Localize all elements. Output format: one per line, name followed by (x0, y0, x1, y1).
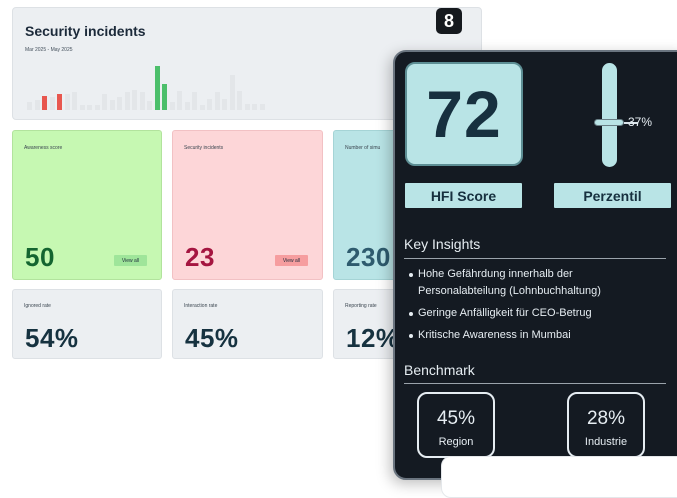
chart-bar (124, 92, 130, 110)
awareness-score-value: 50 (25, 242, 55, 272)
chart-bar (147, 101, 152, 110)
list-item: Hohe Gefährdung innerhalb der Personalab… (404, 266, 658, 300)
simulations-value: 230 (346, 242, 391, 272)
list-item: Kritische Awareness in Mumbai (404, 327, 658, 344)
chart-bar (109, 100, 115, 110)
card-label: Security incidents (184, 145, 224, 151)
percentile-value: 37% (628, 115, 653, 130)
industry-label: Industrie (584, 436, 628, 448)
chart-bar (252, 104, 257, 110)
chart-bar (244, 104, 250, 110)
chart-bar (117, 97, 122, 110)
chart-bar (79, 105, 85, 110)
hfi-score-label: HFI Score (405, 183, 522, 208)
panel-title: Security incidents (25, 23, 146, 39)
hfi-score-value: 72 (405, 62, 523, 166)
divider (404, 258, 666, 259)
percentile-slider-thumb[interactable] (594, 119, 624, 127)
view-all-button[interactable]: View all (114, 255, 147, 266)
chart-bar (132, 90, 137, 110)
card-label: Awareness score (24, 145, 63, 151)
chart-bar (259, 104, 265, 110)
chart-bar (192, 92, 197, 110)
chart-bar (237, 91, 242, 110)
floating-card (441, 456, 677, 498)
hfi-overlay-panel: 72 37% HFI Score Perzentil Key Insights … (393, 50, 677, 480)
chart-bar (34, 100, 40, 110)
view-all-button[interactable]: View all (275, 255, 308, 266)
app-logo: 8 (436, 8, 462, 34)
industry-value: 28% (586, 408, 626, 429)
percentile-slider-track[interactable] (602, 63, 617, 167)
interaction-rate-value: 45% (185, 323, 239, 353)
benchmark-title: Benchmark (404, 362, 475, 378)
benchmark-industry: 28% Industrie (567, 392, 645, 458)
chart-bar (102, 94, 107, 110)
chart-bar (57, 94, 62, 110)
card-label: Interaction rate (184, 303, 218, 309)
chart-bar (139, 92, 145, 110)
chart-bar (199, 105, 205, 110)
reporting-rate-value: 12% (346, 323, 400, 353)
chart-bar (49, 97, 55, 110)
chart-bar (27, 102, 32, 110)
ignored-rate-value: 54% (25, 323, 79, 353)
awareness-score-card[interactable]: Awareness score 50 View all (12, 130, 162, 280)
ignored-rate-card[interactable]: Ignored rate 54% (12, 289, 162, 359)
chart-bar (177, 91, 182, 110)
list-item: Geringe Anfälligkeit für CEO-Betrug (404, 305, 658, 322)
chart-bar (207, 99, 212, 110)
card-label: Ignored rate (24, 303, 51, 309)
chart-bar (169, 102, 175, 110)
chart-bar (222, 99, 227, 110)
security-incidents-value: 23 (185, 242, 215, 272)
region-value: 45% (436, 408, 476, 429)
card-label: Reporting rate (345, 303, 377, 309)
chart-bar (87, 105, 92, 110)
chart-bar (94, 105, 100, 110)
key-insights-title: Key Insights (404, 236, 481, 252)
insights-list: Hohe Gefährdung innerhalb der Personalab… (404, 266, 658, 349)
interaction-rate-card[interactable]: Interaction rate 45% (172, 289, 323, 359)
security-incidents-card[interactable]: Security incidents 23 View all (172, 130, 323, 280)
region-label: Region (438, 436, 474, 448)
percentile-label: Perzentil (554, 183, 671, 208)
chart-bar (162, 84, 167, 110)
chart-bar (214, 92, 220, 110)
card-label: Number of simu (345, 145, 381, 151)
chart-bar (154, 66, 160, 110)
chart-bar (184, 102, 190, 110)
chart-bar (229, 75, 235, 110)
divider (404, 383, 666, 384)
date-range: Mar 2025 - May 2025 (25, 47, 73, 53)
chart-bar (72, 92, 77, 110)
chart-bar (64, 94, 70, 110)
benchmark-region: 45% Region (417, 392, 495, 458)
chart-bar (42, 96, 47, 110)
